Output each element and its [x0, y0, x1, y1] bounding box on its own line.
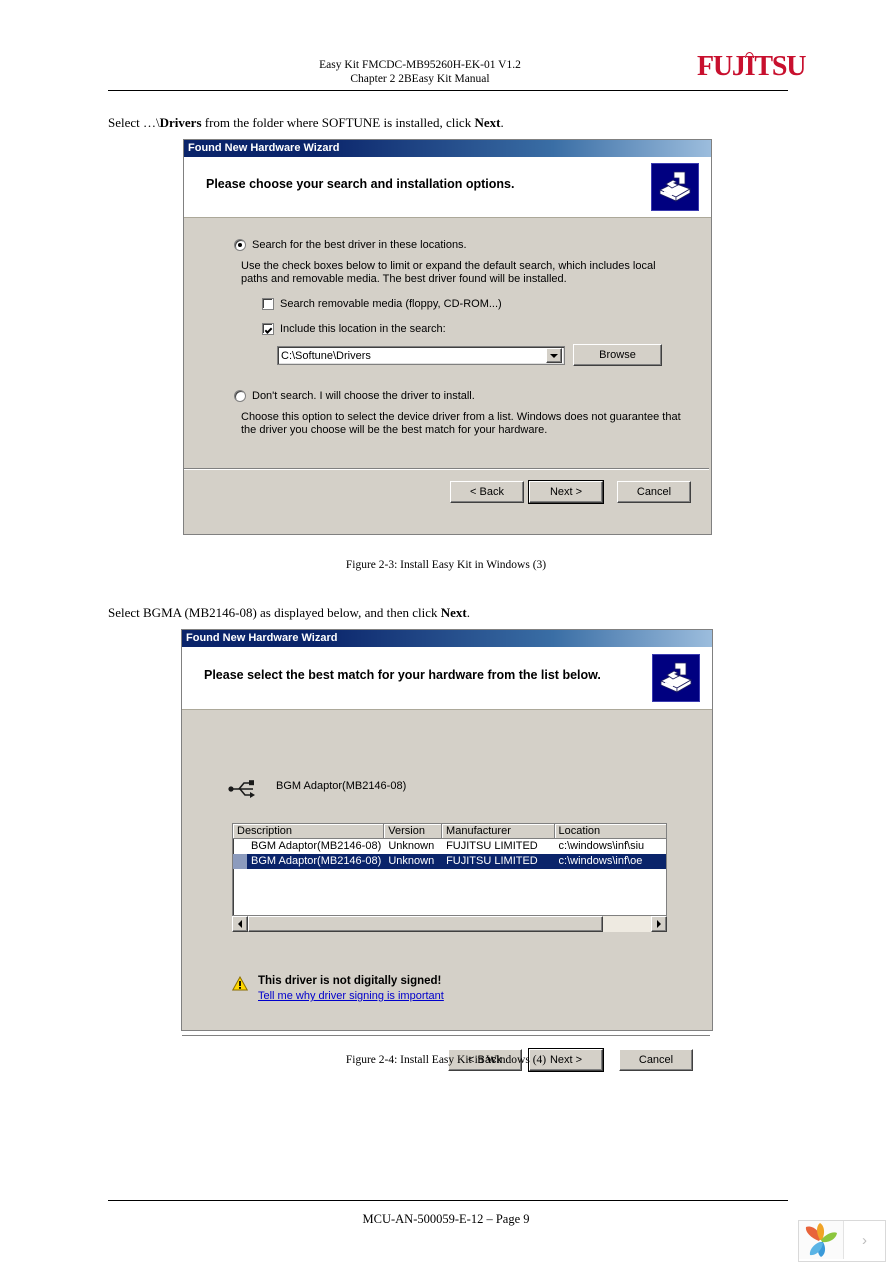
arrow-right-icon: [657, 920, 661, 928]
driver-list-view[interactable]: Description Version Manufacturer Locatio…: [232, 823, 667, 916]
instruction-paragraph-2: Select BGMA (MB2146-08) as displayed bel…: [108, 605, 470, 621]
chevron-down-icon[interactable]: [546, 348, 562, 363]
driver-path-value: C:\Softune\Drivers: [281, 349, 371, 362]
header-line-1: Easy Kit FMCDC-MB95260H-EK-01 V1.2: [319, 59, 521, 71]
radio-dont-search-row[interactable]: Don't search. I will choose the driver t…: [234, 390, 475, 403]
dialog2-body: BGM Adaptor(MB2146-08) Description Versi…: [182, 710, 712, 1072]
intro1-before: Select …\: [108, 115, 160, 130]
dialog1-heading: Please choose your search and installati…: [206, 177, 515, 191]
dialog1-title-text: Found New Hardware Wizard: [188, 142, 340, 154]
dialog2-button-separator: [182, 1035, 710, 1037]
driver-list-header-row: Description Version Manufacturer Locatio…: [233, 824, 666, 839]
header-title-block: Easy Kit FMCDC-MB95260H-EK-01 V1.2 Chapt…: [210, 58, 630, 86]
wizard-device-icon: [651, 163, 699, 211]
scrollbar-track[interactable]: [248, 916, 651, 932]
intro1-after: from the folder where SOFTUNE is install…: [201, 115, 475, 130]
radio-search-best-driver-row[interactable]: Search for the best driver in these loca…: [234, 239, 467, 252]
cancel-button-1-label: Cancel: [636, 486, 672, 498]
dialog1-titlebar: Found New Hardware Wizard: [184, 140, 711, 157]
cell-manufacturer-1: FUJITSU LIMITED: [446, 855, 538, 867]
browse-button[interactable]: Browse: [573, 344, 662, 366]
page-header: Easy Kit FMCDC-MB95260H-EK-01 V1.2 Chapt…: [0, 0, 892, 96]
radio-dont-search-icon[interactable]: [234, 390, 246, 402]
driver-signing-link[interactable]: Tell me why driver signing is important: [258, 990, 444, 1002]
cell-manufacturer-0: FUJITSU LIMITED: [446, 840, 538, 852]
instruction-paragraph-1: Select …\Drivers from the folder where S…: [108, 115, 504, 131]
header-divider: [108, 90, 788, 91]
scroll-left-button[interactable]: [232, 916, 248, 932]
intro1-bold-drivers: Drivers: [159, 115, 202, 130]
chevron-down-glyph: [550, 353, 558, 358]
arrow-left-icon: [238, 920, 242, 928]
cell-description-0: BGM Adaptor(MB2146-08): [251, 840, 382, 852]
column-header-manufacturer[interactable]: Manufacturer: [442, 824, 555, 839]
column-header-version[interactable]: Version: [384, 824, 443, 839]
intro2-before: Select BGMA (MB2146-08) as displayed bel…: [108, 605, 441, 620]
search-description-text: Use the check boxes below to limit or ex…: [241, 260, 656, 285]
scroll-right-button[interactable]: [651, 916, 667, 932]
driver-list-hscrollbar[interactable]: [232, 916, 667, 932]
back-button-1-label: < Back: [470, 486, 504, 498]
radio-search-best-driver-icon[interactable]: [234, 239, 246, 251]
intro1-end: .: [500, 115, 504, 130]
checkbox-include-location-label: Include this location in the search:: [280, 323, 446, 335]
column-header-location[interactable]: Location: [554, 824, 666, 839]
table-row[interactable]: BGM Adaptor(MB2146-08) Unknown FUJITSU L…: [233, 854, 666, 869]
table-row[interactable]: BGM Adaptor(MB2146-08) Unknown FUJITSU L…: [233, 839, 666, 854]
usb-icon: [227, 778, 259, 803]
fujitsu-arc-icon: [745, 52, 754, 58]
browse-button-label: Browse: [599, 349, 636, 361]
row-gutter-1: [233, 854, 247, 869]
checkbox-include-location-icon[interactable]: [262, 323, 274, 335]
found-new-hardware-wizard-dialog-2[interactable]: Found New Hardware Wizard Please select …: [181, 629, 713, 1072]
dialog2-titlebar: Found New Hardware Wizard: [182, 630, 712, 647]
dialog1-body: Search for the best driver in these loca…: [184, 218, 711, 534]
footer-divider: [108, 1200, 788, 1201]
leaf-logo-icon: [799, 1221, 844, 1259]
next-button-1[interactable]: Next >: [528, 480, 604, 504]
next-button-1-label: Next >: [549, 486, 583, 498]
cell-version-0: Unknown: [388, 840, 435, 852]
scrollbar-thumb[interactable]: [248, 916, 603, 932]
cell-location-1: c:\windows\inf\oe: [558, 855, 643, 867]
cancel-button-1[interactable]: Cancel: [617, 481, 691, 503]
dialog2-header-banner: Please select the best match for your ha…: [182, 647, 712, 710]
found-new-hardware-wizard-dialog-1[interactable]: Found New Hardware Wizard Please choose …: [183, 139, 712, 535]
dialog1-header-banner: Please choose your search and installati…: [184, 157, 711, 218]
checkbox-removable-media-row[interactable]: Search removable media (floppy, CD-ROM..…: [262, 298, 502, 311]
warning-title-text: This driver is not digitally signed!: [258, 975, 442, 987]
row-gutter-0: [233, 839, 247, 854]
radio-dont-search-label: Don't search. I will choose the driver t…: [252, 390, 475, 402]
warning-triangle-icon: [231, 975, 249, 994]
footer-page-label: MCU-AN-500059-E-12 – Page 9: [362, 1212, 530, 1226]
cell-version-1: Unknown: [388, 855, 435, 867]
dialog1-button-separator: [184, 468, 709, 470]
cell-description-1: BGM Adaptor(MB2146-08): [251, 855, 382, 867]
driver-path-combobox[interactable]: C:\Softune\Drivers: [277, 346, 565, 365]
column-header-description[interactable]: Description: [233, 824, 385, 839]
wizard-device-icon-2: [652, 654, 700, 702]
intro2-end: .: [466, 605, 471, 620]
corner-widget[interactable]: ›: [798, 1220, 886, 1262]
figure-1-caption: Figure 2-3: Install Easy Kit in Windows …: [345, 559, 547, 571]
corner-next-chevron-icon[interactable]: ›: [844, 1221, 885, 1259]
checkbox-include-location-row[interactable]: Include this location in the search:: [262, 323, 446, 336]
intro1-bold-next: Next: [474, 115, 501, 130]
checkbox-removable-media-label: Search removable media (floppy, CD-ROM..…: [280, 298, 502, 310]
cell-location-0: c:\windows\inf\siu: [558, 840, 645, 852]
dialog2-title-text: Found New Hardware Wizard: [186, 632, 338, 644]
intro2-bold-next: Next: [440, 605, 467, 620]
dont-search-description-text: Choose this option to select the device …: [241, 411, 681, 436]
back-button-1[interactable]: < Back: [450, 481, 524, 503]
header-line-2: Chapter 2 2BEasy Kit Manual: [350, 73, 490, 85]
radio-search-best-driver-label: Search for the best driver in these loca…: [252, 239, 467, 251]
device-label: BGM Adaptor(MB2146-08): [276, 780, 407, 792]
dialog2-heading: Please select the best match for your ha…: [204, 668, 601, 682]
figure-2-caption: Figure 2-4: Install Easy Kit in Windows …: [345, 1054, 547, 1066]
checkbox-removable-media-icon[interactable]: [262, 298, 274, 310]
